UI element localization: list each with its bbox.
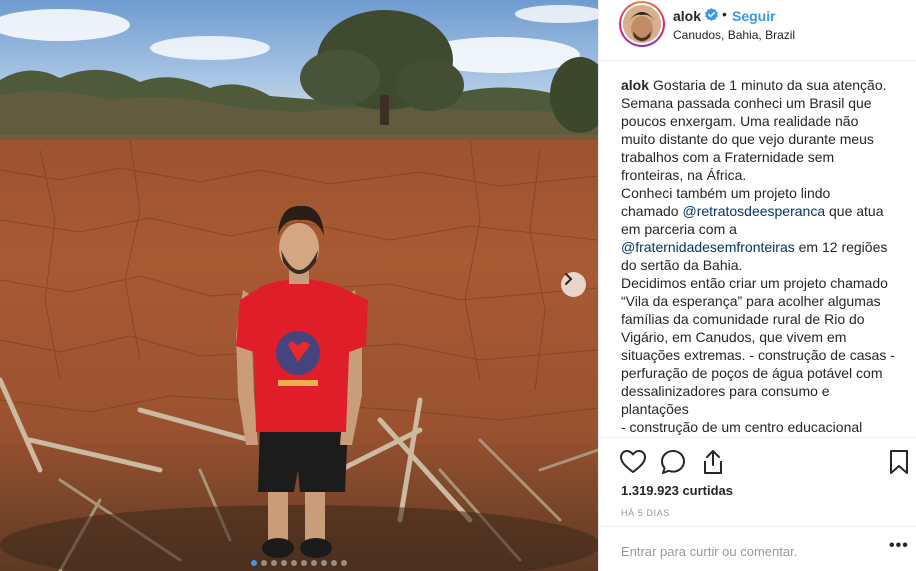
separator-dot: • <box>722 6 727 22</box>
caption-line: Decidimos então criar um projeto chamado <box>621 275 888 291</box>
carousel-dot <box>321 560 327 566</box>
carousel-dot <box>251 560 257 566</box>
bookmark-icon[interactable] <box>885 448 913 476</box>
caption-line: Semana passada conheci um Brasil que <box>621 95 872 111</box>
caption-line: Conheci também um projeto lindo <box>621 185 831 201</box>
caption-line: poucos enxergam. Uma realidade não <box>621 113 859 129</box>
caption-username[interactable]: alok <box>621 77 649 93</box>
follow-button[interactable]: Seguir <box>732 8 776 24</box>
carousel-dot <box>311 560 317 566</box>
post-header: alok • Seguir Canudos, Bahia, Brazil <box>599 0 916 61</box>
carousel-indicator <box>0 560 598 566</box>
carousel-dot <box>341 560 347 566</box>
caption-line: perfuração de poços de água potável com <box>621 365 883 381</box>
post-actions <box>599 437 916 487</box>
caption-line: - construção de um centro educacional <box>621 419 863 435</box>
carousel-next-button[interactable] <box>561 272 586 297</box>
caption-line: do sertão da Bahia. <box>621 257 743 273</box>
post-timestamp[interactable]: HÁ 5 DIAS <box>621 508 670 518</box>
caption-line: situações extremas. - construção de casa… <box>621 347 895 363</box>
post-photo[interactable] <box>0 0 598 571</box>
carousel-dot <box>281 560 287 566</box>
mention-link[interactable]: @fraternidadesemfronteiras <box>621 239 795 255</box>
carousel-dot <box>271 560 277 566</box>
more-options-icon[interactable]: ••• <box>889 538 909 560</box>
caption-line: Vigário, em Canudos, que vivem em <box>621 329 847 345</box>
carousel-dot <box>301 560 307 566</box>
carousel-dot <box>291 560 297 566</box>
caption-line: chamado @retratosdeesperanca que atua <box>621 203 884 219</box>
caption-line: plantações <box>621 401 689 417</box>
photo-illustration <box>0 5 598 571</box>
caption-line: fronteiras, na África. <box>621 167 747 183</box>
chevron-right-icon <box>565 273 581 292</box>
avatar[interactable] <box>619 1 665 47</box>
caption-line: famílias da comunidade rural de Rio do <box>621 311 865 327</box>
caption-line: alok Gostaria de 1 minuto da sua atenção. <box>621 77 887 93</box>
caption-line: @fraternidadesemfronteiras em 12 regiões <box>621 239 888 255</box>
carousel-dot <box>261 560 267 566</box>
comment-bubble-icon[interactable] <box>659 448 687 476</box>
comment-bar: ••• <box>599 526 916 571</box>
caption-line: trabalhos com a Fraternidade sem <box>621 149 835 165</box>
caption-line: muito distante do que vejo durante meus <box>621 131 874 147</box>
verified-badge-icon <box>705 8 718 21</box>
caption-line: “Vila da esperança” para acolher algumas <box>621 293 881 309</box>
mention-link[interactable]: @retratosdeesperanca <box>682 203 825 219</box>
like-count[interactable]: 1.319.923 curtidas <box>621 483 733 498</box>
post-caption: alok Gostaria de 1 minuto da sua atenção.… <box>621 76 901 436</box>
post-side-panel: alok • Seguir Canudos, Bahia, Brazil alo… <box>598 0 916 571</box>
post-username[interactable]: alok <box>673 8 701 24</box>
share-icon[interactable] <box>699 448 727 476</box>
comment-input[interactable] <box>621 540 861 562</box>
caption-line: dessalinizadores para consumo e <box>621 383 830 399</box>
caption-line: em parceria com a <box>621 221 737 237</box>
heart-icon[interactable] <box>619 448 647 476</box>
post-location[interactable]: Canudos, Bahia, Brazil <box>673 28 795 42</box>
carousel-dot <box>331 560 337 566</box>
